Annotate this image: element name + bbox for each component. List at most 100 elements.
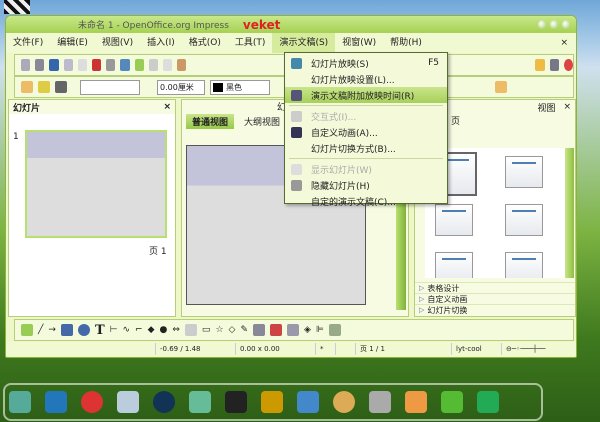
- minimize-button[interactable]: [538, 20, 546, 29]
- layout-title-only[interactable]: [435, 252, 473, 278]
- symbol-shapes-icon[interactable]: ●: [160, 325, 168, 335]
- menu-item-custom-slideshow[interactable]: 自定的演示文稿(C)...: [285, 193, 447, 209]
- menu-view[interactable]: 视图(V): [95, 33, 140, 53]
- save-icon[interactable]: [49, 59, 59, 71]
- new-icon[interactable]: [21, 59, 31, 71]
- shadow-icon[interactable]: [495, 81, 507, 93]
- menu-help[interactable]: 帮助(H): [383, 33, 429, 53]
- status-layout: lyt-cool: [452, 343, 502, 355]
- dock-tux-icon[interactable]: [225, 391, 247, 413]
- dock-monitor-icon[interactable]: [45, 391, 67, 413]
- curve-icon[interactable]: ∿: [123, 325, 131, 335]
- dock-media-icon[interactable]: [153, 391, 175, 413]
- menu-item-show-slide[interactable]: 显示幻灯片(W): [285, 161, 447, 177]
- menu-edit[interactable]: 编辑(E): [50, 33, 95, 53]
- line-tool-icon[interactable]: ╱: [38, 325, 43, 335]
- arrow-style-icon[interactable]: [55, 81, 67, 93]
- points-icon[interactable]: ◇: [229, 325, 236, 335]
- stars-icon[interactable]: ☆: [215, 325, 223, 335]
- block-arrows-icon[interactable]: ⇔: [172, 325, 180, 335]
- menu-item-custom-animation[interactable]: 自定义动画(A)...: [285, 124, 447, 140]
- arrow-tool-icon[interactable]: →: [48, 325, 56, 335]
- close-document-button[interactable]: ×: [560, 38, 568, 48]
- panel-table-design[interactable]: 表格设计: [415, 282, 575, 293]
- line-style-select[interactable]: [80, 79, 140, 95]
- dock-app-icon[interactable]: [9, 391, 31, 413]
- menu-item-slideshow-settings[interactable]: 幻灯片放映设置(L)...: [285, 71, 447, 87]
- callouts-icon[interactable]: ▭: [202, 325, 211, 335]
- menu-tools[interactable]: 工具(T): [228, 33, 273, 53]
- select-icon[interactable]: [21, 324, 33, 336]
- dock-usb-icon[interactable]: [369, 391, 391, 413]
- email-icon[interactable]: [63, 59, 73, 71]
- arrange-icon[interactable]: [328, 324, 341, 336]
- menu-item-interaction[interactable]: 交互式(I)...: [285, 108, 447, 124]
- gallery-insert-icon[interactable]: [269, 324, 282, 336]
- panel-slide-transition[interactable]: 幻灯片切换: [415, 304, 575, 315]
- pdf-icon[interactable]: [91, 59, 102, 71]
- open-icon[interactable]: [35, 59, 45, 71]
- menu-item-slideshow[interactable]: 幻灯片放映(S) F5: [285, 55, 447, 71]
- layout-title[interactable]: [505, 156, 543, 188]
- dock-notes-icon[interactable]: [117, 391, 139, 413]
- slide-thumbnail[interactable]: [25, 130, 167, 238]
- menu-item-hide-slide[interactable]: 隐藏幻灯片(H): [285, 177, 447, 193]
- panel-custom-animation[interactable]: 自定义动画: [415, 293, 575, 304]
- from-file-icon[interactable]: [252, 324, 265, 336]
- dock-pet-icon[interactable]: [81, 391, 103, 413]
- menu-format[interactable]: 格式(O): [182, 33, 228, 53]
- line-width-field[interactable]: 0.00厘米: [157, 79, 205, 95]
- dock-help-icon[interactable]: [441, 391, 463, 413]
- basic-shapes-icon[interactable]: ◆: [148, 325, 155, 335]
- rectangle-icon[interactable]: [60, 324, 73, 336]
- zoom-icon[interactable]: [549, 59, 559, 71]
- tab-outline-view[interactable]: 大纲视图: [238, 114, 286, 129]
- menu-insert[interactable]: 插入(I): [140, 33, 182, 53]
- close-window-button[interactable]: [562, 20, 570, 29]
- dock-camera-icon[interactable]: [477, 391, 499, 413]
- styles-icon[interactable]: [21, 81, 33, 93]
- line-icon[interactable]: [38, 81, 50, 93]
- show-slide-icon: [291, 163, 302, 175]
- edit-file-icon[interactable]: [77, 59, 87, 71]
- text-tool-icon[interactable]: T: [95, 323, 105, 338]
- tab-normal-view[interactable]: 普通视图: [186, 114, 235, 129]
- cut-icon[interactable]: [148, 59, 158, 71]
- dock-presentation-icon[interactable]: [297, 391, 319, 413]
- menu-item-rehearse-timings[interactable]: 演示文稿附加放映时间(R): [285, 87, 447, 103]
- paste-icon[interactable]: [177, 59, 187, 71]
- fontwork-icon[interactable]: ✎: [240, 325, 248, 335]
- dimension-icon[interactable]: ⊢: [110, 325, 118, 335]
- spellcheck-icon[interactable]: [120, 59, 130, 71]
- extrusion-icon[interactable]: [286, 324, 299, 336]
- line-color-select[interactable]: 黑色: [210, 79, 270, 95]
- layout-centered[interactable]: [505, 252, 543, 278]
- dock-network-icon[interactable]: [189, 391, 211, 413]
- dock-game-icon[interactable]: [405, 391, 427, 413]
- task-pane-close[interactable]: ×: [563, 102, 571, 112]
- dock-paint-icon[interactable]: [333, 391, 355, 413]
- rotate-icon[interactable]: ◈: [304, 325, 311, 335]
- align-icon[interactable]: ⊫: [316, 325, 324, 335]
- menu-window[interactable]: 视窗(W): [335, 33, 383, 53]
- ellipse-icon[interactable]: [77, 324, 90, 336]
- menu-item-slide-transition[interactable]: 幻灯片切换方式(B)...: [285, 140, 447, 156]
- menu-slideshow[interactable]: 演示文稿(S): [272, 33, 336, 53]
- gallery-icon[interactable]: [535, 59, 545, 71]
- task-pane-view-menu[interactable]: 视图: [537, 101, 555, 114]
- copy-icon[interactable]: [162, 59, 173, 71]
- layout-two-content[interactable]: [505, 204, 543, 236]
- print-icon[interactable]: [106, 59, 116, 71]
- maximize-button[interactable]: [550, 20, 558, 29]
- connector-icon[interactable]: ⌐: [135, 325, 143, 335]
- flowchart-icon[interactable]: [184, 324, 197, 336]
- menu-file[interactable]: 文件(F): [6, 33, 50, 53]
- slides-panel-close[interactable]: ×: [163, 102, 171, 112]
- navigator-icon[interactable]: [521, 59, 530, 71]
- zoom-slider[interactable]: ⊖─◦───┼──: [502, 343, 550, 355]
- dock-contacts-icon[interactable]: [261, 391, 283, 413]
- layouts-scrollbar[interactable]: [565, 148, 574, 278]
- help-icon[interactable]: [563, 59, 573, 71]
- menu-item-label: 交互式(I)...: [311, 112, 357, 123]
- autospell-icon[interactable]: [134, 59, 144, 71]
